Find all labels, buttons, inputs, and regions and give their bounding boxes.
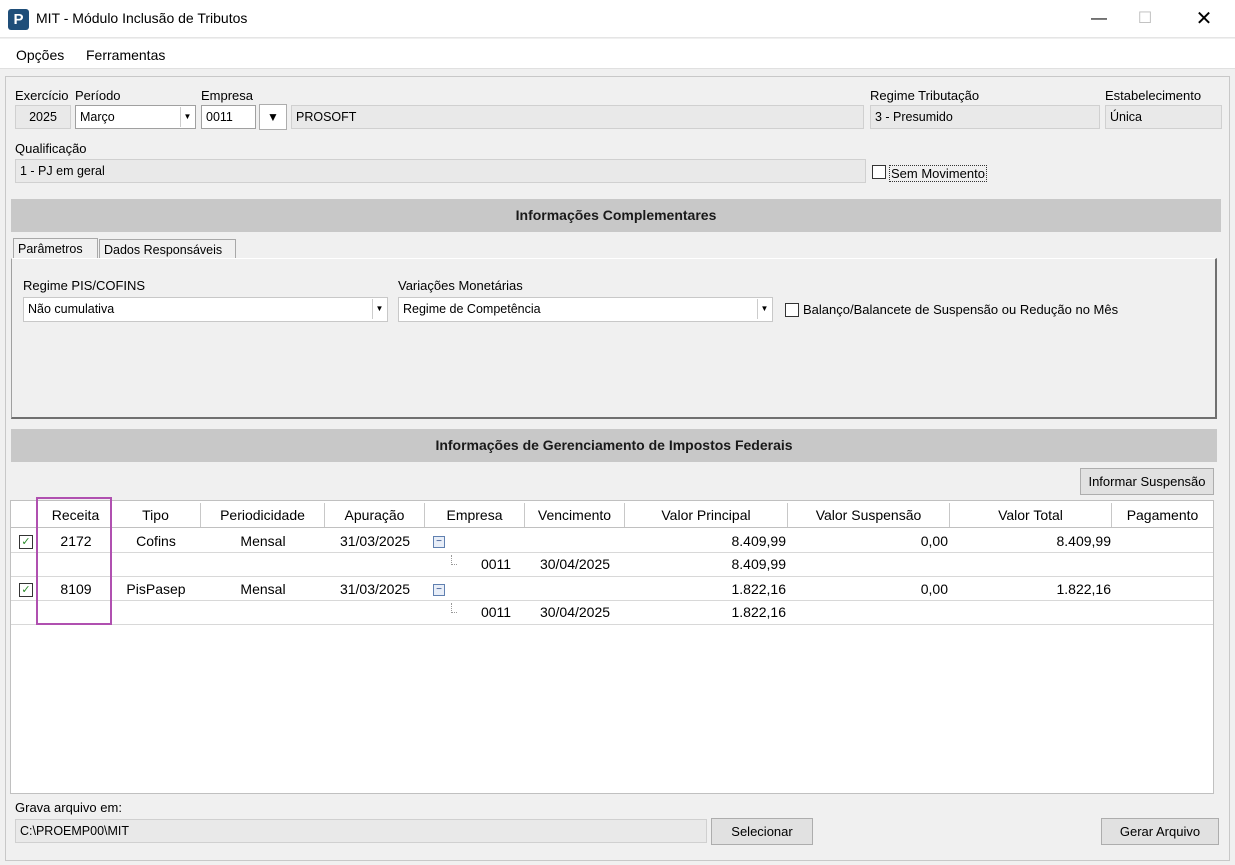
- tree-connector: [451, 555, 457, 565]
- chevron-down-icon[interactable]: ▼: [180, 107, 194, 127]
- regime-field: 3 - Presumido: [870, 105, 1100, 129]
- gerar-arquivo-button[interactable]: Gerar Arquivo: [1101, 818, 1219, 845]
- window-title: MIT - Módulo Inclusão de Tributos: [36, 10, 248, 26]
- exercicio-field: 2025: [15, 105, 71, 129]
- cell-tipo: PisPasep: [126, 581, 186, 597]
- periodo-value: Março: [80, 110, 115, 124]
- chevron-down-icon[interactable]: ▼: [757, 299, 771, 319]
- variacoes-select[interactable]: Regime de Competência ▼: [398, 297, 773, 322]
- title-bar: P MIT - Módulo Inclusão de Tributos — ☐ …: [0, 0, 1235, 38]
- empresa-name-field: PROSOFT: [291, 105, 864, 129]
- tab-dados-responsaveis[interactable]: Dados Responsáveis: [99, 239, 236, 259]
- qualificacao-label: Qualificação: [15, 141, 87, 156]
- cell-valor-total: 1.822,16: [1056, 581, 1112, 597]
- sem-movimento-checkbox[interactable]: [872, 165, 886, 179]
- cell-sub-vencimento: 30/04/2025: [539, 604, 611, 620]
- col-tipo[interactable]: Tipo: [111, 503, 201, 527]
- empresa-dropdown-button[interactable]: ▼: [259, 104, 287, 130]
- estabelecimento-field: Única: [1105, 105, 1222, 129]
- col-pagamento[interactable]: Pagamento: [1112, 503, 1213, 527]
- periodo-select[interactable]: Março ▼: [75, 105, 196, 129]
- col-empresa[interactable]: Empresa: [425, 503, 525, 527]
- regime-label: Regime Tributação: [870, 88, 980, 103]
- cell-valor-suspensao: 0,00: [920, 533, 948, 549]
- exercicio-label: Exercício: [15, 88, 69, 103]
- regime-pis-select[interactable]: Não cumulativa ▼: [23, 297, 388, 322]
- empresa-label: Empresa: [201, 88, 254, 103]
- row-checkbox-8109[interactable]: ✓: [19, 583, 33, 597]
- regime-pis-label: Regime PIS/COFINS: [23, 278, 146, 293]
- qualificacao-field: 1 - PJ em geral: [15, 159, 866, 183]
- cell-sub-valor-principal: 1.822,16: [731, 604, 787, 620]
- cell-sub-empresa: 0011: [480, 604, 512, 620]
- grava-label: Grava arquivo em:: [15, 800, 122, 815]
- balanco-label: Balanço/Balancete de Suspensão ou Reduçã…: [803, 302, 1119, 317]
- col-valor-suspensao[interactable]: Valor Suspensão: [788, 503, 950, 527]
- cell-sub-empresa: 0011: [480, 556, 512, 572]
- tributos-grid: Receita Tipo Periodicidade Apuração Empr…: [10, 500, 1214, 794]
- tab-parametros[interactable]: Parâmetros: [13, 238, 98, 259]
- col-periodicidade[interactable]: Periodicidade: [201, 503, 325, 527]
- gerenciamento-title: Informações de Gerenciamento de Impostos…: [11, 429, 1217, 462]
- collapse-icon[interactable]: −: [433, 584, 445, 596]
- chevron-down-icon[interactable]: ▼: [372, 299, 386, 319]
- cell-valor-total: 8.409,99: [1056, 533, 1112, 549]
- selecionar-button[interactable]: Selecionar: [711, 818, 813, 845]
- complementares-title: Informações Complementares: [11, 199, 1221, 232]
- menu-opcoes[interactable]: Opções: [16, 47, 64, 63]
- row-divider: [11, 624, 1213, 625]
- variacoes-value: Regime de Competência: [403, 302, 541, 316]
- col-apuracao[interactable]: Apuração: [325, 503, 425, 527]
- cell-periodicidade: Mensal: [240, 581, 286, 597]
- col-vencimento[interactable]: Vencimento: [525, 503, 625, 527]
- cell-sub-valor-principal: 8.409,99: [731, 556, 787, 572]
- maximize-icon[interactable]: ☐: [1122, 0, 1168, 38]
- sem-movimento-label[interactable]: Sem Movimento: [889, 165, 987, 182]
- informar-suspensao-button[interactable]: Informar Suspensão: [1080, 468, 1214, 495]
- app-logo-icon: P: [8, 9, 29, 30]
- variacoes-label: Variações Monetárias: [398, 278, 523, 293]
- row-divider: [11, 576, 1213, 577]
- collapse-icon[interactable]: −: [433, 536, 445, 548]
- minimize-icon[interactable]: —: [1076, 0, 1122, 38]
- tree-connector: [451, 603, 457, 613]
- cell-sub-vencimento: 30/04/2025: [539, 556, 611, 572]
- balanco-checkbox[interactable]: [785, 303, 799, 317]
- col-valor-total[interactable]: Valor Total: [950, 503, 1112, 527]
- regime-pis-value: Não cumulativa: [28, 302, 115, 316]
- close-icon[interactable]: ✕: [1181, 0, 1227, 38]
- cell-periodicidade: Mensal: [240, 533, 286, 549]
- path-field: C:\PROEMP00\MIT: [15, 819, 707, 843]
- tab-panel: [11, 258, 1217, 419]
- row-checkbox-2172[interactable]: ✓: [19, 535, 33, 549]
- cell-valor-suspensao: 0,00: [920, 581, 948, 597]
- cell-valor-principal: 1.822,16: [731, 581, 787, 597]
- menu-ferramentas[interactable]: Ferramentas: [86, 47, 165, 63]
- cell-apuracao: 31/03/2025: [339, 581, 411, 597]
- periodo-label: Período: [75, 88, 121, 103]
- empresa-code-input[interactable]: 0011: [201, 105, 256, 129]
- cell-apuracao: 31/03/2025: [339, 533, 411, 549]
- cell-valor-principal: 8.409,99: [731, 533, 787, 549]
- menu-bar: Opções Ferramentas: [0, 39, 1235, 69]
- receita-highlight-box: [36, 497, 112, 625]
- col-valor-principal[interactable]: Valor Principal: [625, 503, 788, 527]
- estabelecimento-label: Estabelecimento: [1105, 88, 1202, 103]
- cell-tipo: Cofins: [136, 533, 176, 549]
- header-divider: [11, 527, 1213, 528]
